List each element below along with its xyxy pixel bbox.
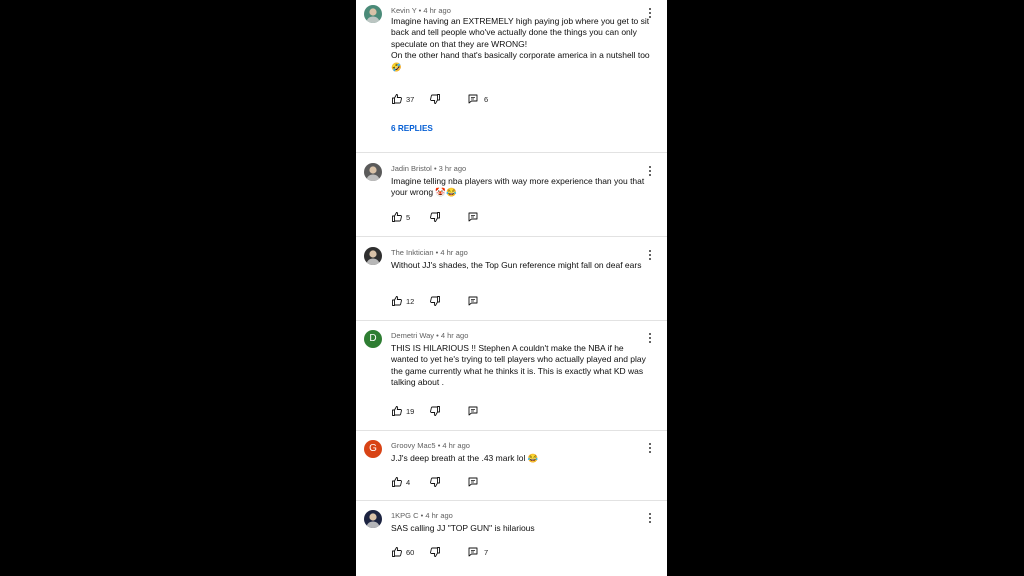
thumbs-up-icon	[391, 211, 403, 223]
dislike-button[interactable]	[429, 211, 467, 223]
thumbs-down-icon	[429, 476, 441, 488]
reply-icon	[467, 93, 479, 105]
reply-icon	[467, 295, 479, 307]
comment-time: 4 hr ago	[423, 6, 451, 15]
like-button[interactable]: 4	[391, 476, 429, 488]
comment-text: Without JJ's shades, the Top Gun referen…	[391, 260, 642, 270]
reply-icon	[467, 211, 479, 223]
comments-panel: Kevin Y • 4 hr ago Imagine having an EXTR…	[356, 0, 667, 576]
comment-meta: The Inktician • 4 hr ago	[391, 248, 468, 257]
avatar[interactable]	[364, 163, 382, 181]
comment-author[interactable]: Jadin Bristol	[391, 164, 432, 173]
comment-meta: Groovy Mac5 • 4 hr ago	[391, 441, 470, 450]
comment-meta: Kevin Y • 4 hr ago	[391, 6, 451, 15]
comment-item: Jadin Bristol • 3 hr ago Imagine telling …	[356, 152, 667, 237]
comment-actions: 60 7	[391, 545, 488, 559]
reply-button[interactable]: 6	[467, 93, 488, 105]
reply-button[interactable]: 7	[467, 546, 488, 558]
reply-count: 7	[484, 547, 489, 557]
thumbs-up-icon	[391, 93, 403, 105]
dislike-button[interactable]	[429, 546, 467, 558]
thumbs-down-icon	[429, 211, 441, 223]
comment-item: The Inktician • 4 hr ago Without JJ's sha…	[356, 236, 667, 321]
comment-item: G Groovy Mac5 • 4 hr ago J.J's deep breath…	[356, 430, 667, 501]
thumbs-up-icon	[391, 546, 403, 558]
thumbs-up-icon	[391, 295, 403, 307]
like-button[interactable]: 5	[391, 211, 429, 223]
comment-time: 3 hr ago	[438, 164, 467, 173]
dislike-button[interactable]	[429, 476, 467, 488]
avatar[interactable]: D	[364, 330, 382, 348]
comment-item: Kevin Y • 4 hr ago Imagine having an EXTR…	[356, 0, 667, 153]
like-button[interactable]: 60	[391, 546, 429, 558]
thumbs-down-icon	[429, 546, 441, 558]
comment-time: 4 hr ago	[440, 331, 469, 340]
comment-actions: 5	[391, 210, 479, 224]
comment-meta: Jadin Bristol • 3 hr ago	[391, 164, 466, 173]
comment-author[interactable]: 1KPG C	[391, 511, 419, 520]
comment-text: J.J's deep breath at the .43 mark lol 😂	[391, 453, 539, 463]
dislike-button[interactable]	[429, 93, 467, 105]
like-count: 5	[406, 212, 411, 222]
comment-author[interactable]: The Inktician	[391, 248, 434, 257]
comment-text: Imagine telling nba players with way mor…	[391, 176, 645, 198]
reply-icon	[467, 405, 479, 417]
comment-actions: 37 6	[391, 92, 488, 106]
reply-count: 6	[484, 94, 489, 104]
reply-button[interactable]	[467, 211, 479, 223]
like-button[interactable]: 19	[391, 405, 429, 417]
reply-icon	[467, 546, 479, 558]
comment-actions: 19	[391, 404, 479, 418]
comment-meta: Demetri Way • 4 hr ago	[391, 331, 468, 340]
avatar[interactable]	[364, 510, 382, 528]
avatar[interactable]: G	[364, 440, 382, 458]
like-count: 37	[406, 94, 415, 104]
comment-time: 4 hr ago	[440, 248, 468, 257]
meta-separator: •	[431, 164, 439, 173]
dislike-button[interactable]	[429, 405, 467, 417]
like-count: 4	[406, 477, 411, 487]
meta-separator: •	[434, 331, 441, 340]
comment-actions: 12	[391, 294, 479, 308]
comment-meta: 1KPG C • 4 hr ago	[391, 511, 453, 520]
avatar[interactable]	[364, 5, 382, 23]
comment-author[interactable]: Kevin Y	[391, 6, 417, 15]
reply-button[interactable]	[467, 476, 479, 488]
comment-time: 4 hr ago	[442, 441, 470, 450]
comment-author[interactable]: Demetri Way	[391, 331, 434, 340]
dislike-button[interactable]	[429, 295, 467, 307]
like-count: 12	[406, 296, 415, 306]
reply-icon	[467, 476, 479, 488]
like-count: 19	[406, 406, 415, 416]
comment-text: THIS IS HILARIOUS !! Stephen A couldn't …	[391, 343, 646, 388]
view-replies-link[interactable]: 6 REPLIES	[391, 124, 433, 133]
comment-time: 4 hr ago	[425, 511, 453, 520]
like-button[interactable]: 37	[391, 93, 429, 105]
comment-item: 1KPG C • 4 hr ago SAS calling JJ "TOP GUN…	[356, 500, 667, 576]
comment-author[interactable]: Groovy Mac5	[391, 441, 436, 450]
thumbs-up-icon	[391, 476, 403, 488]
thumbs-down-icon	[429, 93, 441, 105]
thumbs-up-icon	[391, 405, 403, 417]
reply-button[interactable]	[467, 295, 479, 307]
comment-item: D Demetri Way • 4 hr ago THIS IS HILARIOUS…	[356, 320, 667, 431]
avatar[interactable]	[364, 247, 382, 265]
reply-button[interactable]	[467, 405, 479, 417]
comment-actions: 4	[391, 475, 479, 489]
like-count: 60	[406, 547, 415, 557]
thumbs-down-icon	[429, 405, 441, 417]
comment-text: Imagine having an EXTREMELY high paying …	[391, 16, 650, 72]
comment-text: SAS calling JJ "TOP GUN" is hilarious	[391, 523, 535, 533]
like-button[interactable]: 12	[391, 295, 429, 307]
thumbs-down-icon	[429, 295, 441, 307]
